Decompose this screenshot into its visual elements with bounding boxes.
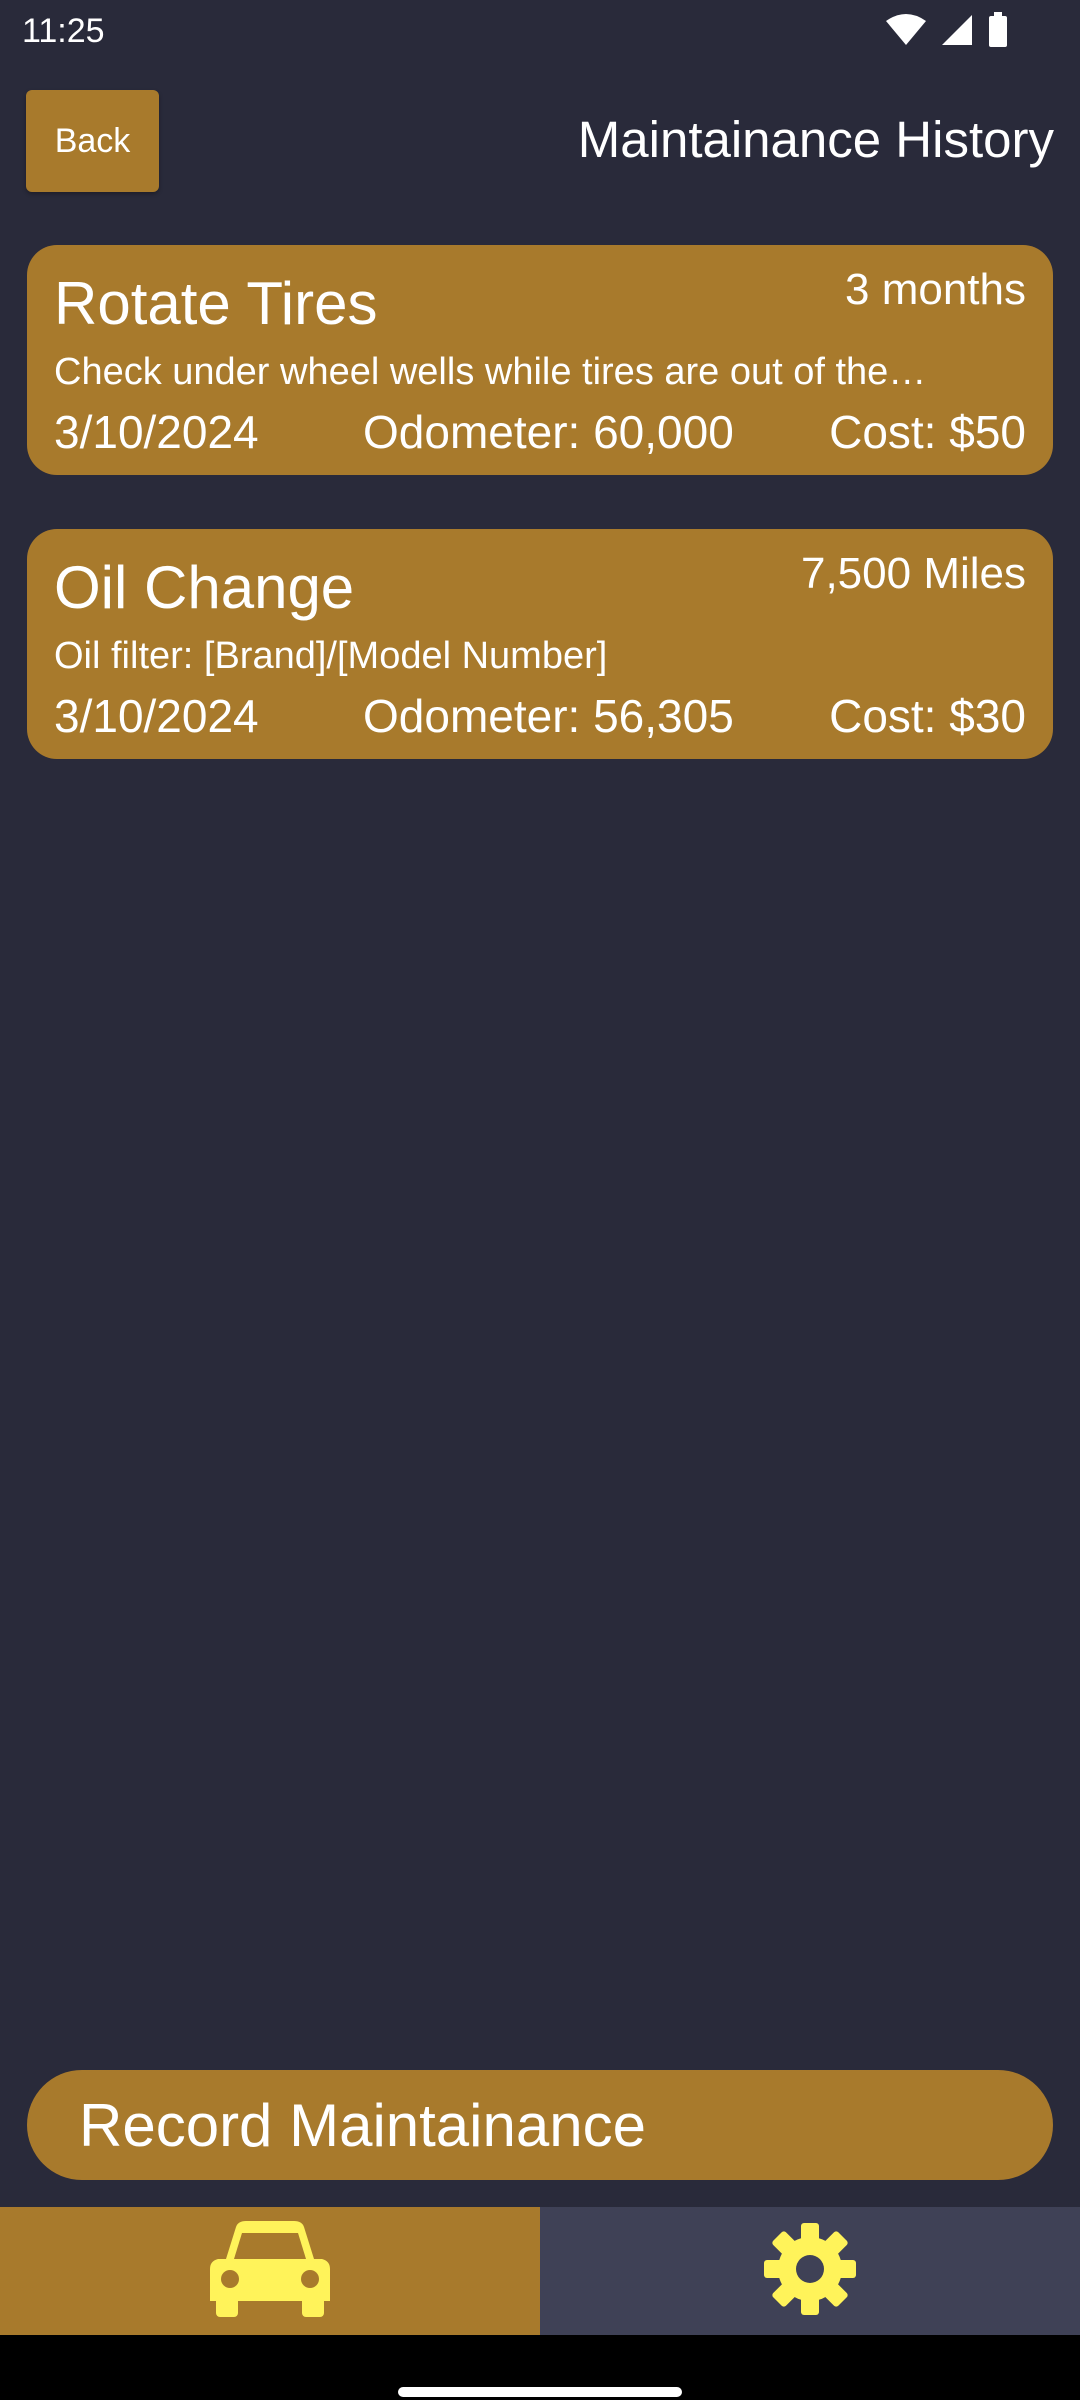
maintenance-record-card[interactable]: Rotate Tires 3 months Check under wheel … xyxy=(27,245,1053,475)
gear-icon xyxy=(764,2222,856,2320)
cellular-signal-icon xyxy=(940,13,974,52)
record-note: Check under wheel wells while tires are … xyxy=(54,351,927,393)
record-odometer: Odometer: 60,000 xyxy=(363,406,734,458)
record-title: Oil Change xyxy=(54,554,355,621)
record-date: 3/10/2024 xyxy=(54,690,259,742)
bottom-nav xyxy=(0,2207,1080,2335)
car-icon xyxy=(208,2219,332,2324)
status-icons xyxy=(886,12,1008,53)
nav-item-vehicles[interactable] xyxy=(0,2207,540,2335)
record-interval: 7,500 Miles xyxy=(800,549,1026,598)
record-title: Rotate Tires xyxy=(54,270,378,337)
record-maintenance-button[interactable]: Record Maintainance xyxy=(27,2070,1053,2180)
home-gesture-handle[interactable] xyxy=(398,2387,682,2397)
record-cost: Cost: $30 xyxy=(829,690,1026,742)
status-time: 11:25 xyxy=(22,12,105,50)
record-cost: Cost: $50 xyxy=(829,406,1026,458)
record-note: Oil filter: [Brand]/[Model Number] xyxy=(54,635,608,677)
record-odometer: Odometer: 56,305 xyxy=(363,690,734,742)
record-interval: 3 months xyxy=(845,265,1026,314)
record-date: 3/10/2024 xyxy=(54,406,259,458)
status-bar: 11:25 xyxy=(0,0,1080,62)
battery-icon xyxy=(988,12,1008,53)
wifi-icon xyxy=(886,13,926,52)
nav-item-settings[interactable] xyxy=(540,2207,1080,2335)
page-title: Maintainance History xyxy=(577,111,1054,168)
maintenance-record-card[interactable]: Oil Change 7,500 Miles Oil filter: [Bran… xyxy=(27,529,1053,759)
back-button[interactable]: Back xyxy=(26,90,159,192)
